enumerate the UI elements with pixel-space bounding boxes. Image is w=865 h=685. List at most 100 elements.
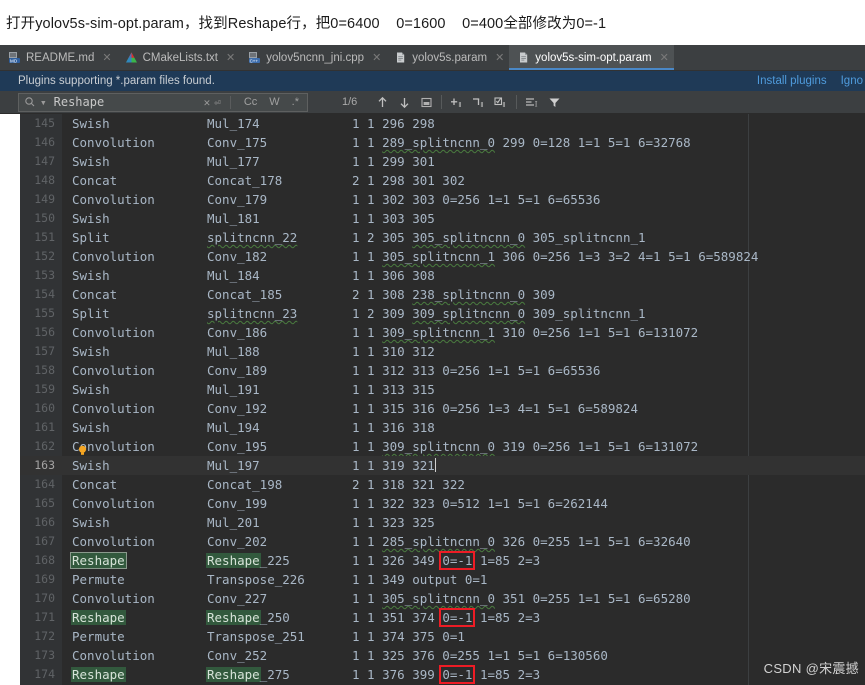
close-icon[interactable]: ✕ bbox=[495, 51, 504, 64]
line-number-row[interactable]: 159 bbox=[20, 380, 62, 399]
multiline-icon[interactable]: I bbox=[521, 93, 543, 112]
find-previous-button[interactable] bbox=[371, 93, 393, 112]
close-icon[interactable]: ✕ bbox=[226, 51, 235, 64]
code-row[interactable]: Convolution Conv_179 1 1 302 303 0=256 1=1… bbox=[62, 190, 865, 209]
whole-words-toggle[interactable]: W bbox=[265, 96, 283, 108]
code-line[interactable]: Swish Mul_177 1 1 299 301 bbox=[62, 152, 865, 171]
code-row[interactable]: Swish Mul_177 1 1 299 301 bbox=[62, 152, 865, 171]
code-line[interactable]: Reshape Reshape_275 1 1 376 399 0=-1 1=85 … bbox=[62, 665, 865, 684]
clear-search-icon[interactable]: ✕ bbox=[204, 96, 211, 109]
line-number-row[interactable]: 168 bbox=[20, 551, 62, 570]
code-line[interactable]: Convolution Conv_175 1 1 289_splitncnn_0 2… bbox=[62, 133, 865, 152]
code-row[interactable]: Convolution Conv_227 1 1 305_splitncnn_0 3… bbox=[62, 589, 865, 608]
code-row[interactable]: Swish Mul_197 1 1 319 321 bbox=[62, 456, 865, 475]
line-number-row[interactable]: 166 bbox=[20, 513, 62, 532]
chevron-down-icon[interactable]: ▾ bbox=[40, 96, 47, 109]
code-line[interactable]: Convolution Conv_182 1 1 305_splitncnn_1 3… bbox=[62, 247, 865, 266]
line-number-row[interactable]: 163 bbox=[20, 456, 62, 475]
code-row[interactable]: Swish Mul_194 1 1 316 318 bbox=[62, 418, 865, 437]
code-line[interactable]: Swish Mul_181 1 1 303 305 bbox=[62, 209, 865, 228]
code-row[interactable]: Convolution Conv_175 1 1 289_splitncnn_0 2… bbox=[62, 133, 865, 152]
line-number-row[interactable]: 146 bbox=[20, 133, 62, 152]
code-line[interactable]: Swish Mul_188 1 1 310 312 bbox=[62, 342, 865, 361]
code-line[interactable]: Split splitncnn_22 1 2 305 305_splitncnn_0… bbox=[62, 228, 865, 247]
code-row[interactable]: Permute Transpose_226 1 1 349 output 0=1 bbox=[62, 570, 865, 589]
line-number-row[interactable]: 171 bbox=[20, 608, 62, 627]
code-line[interactable]: Permute Transpose_226 1 1 349 output 0=1 bbox=[62, 570, 865, 589]
code-row[interactable]: Concat Concat_185 2 1 308 238_splitncnn_0 … bbox=[62, 285, 865, 304]
code-row[interactable]: Convolution Conv_199 1 1 322 323 0=512 1=1… bbox=[62, 494, 865, 513]
code-line[interactable]: Concat Concat_178 2 1 298 301 302 bbox=[62, 171, 865, 190]
code-row[interactable]: Split splitncnn_22 1 2 305 305_splitncnn_0… bbox=[62, 228, 865, 247]
code-row[interactable]: Concat Concat_198 2 1 318 321 322 bbox=[62, 475, 865, 494]
line-number-row[interactable]: 174 bbox=[20, 665, 62, 684]
close-icon[interactable]: ✕ bbox=[102, 51, 111, 64]
code-line[interactable]: Convolution Conv_195 1 1 309_splitncnn_0 3… bbox=[62, 437, 865, 456]
code-line[interactable]: Convolution Conv_227 1 1 305_splitncnn_0 3… bbox=[62, 589, 865, 608]
line-number-row[interactable]: 167 bbox=[20, 532, 62, 551]
tab-yolov5s-param[interactable]: yolov5s.param ✕ bbox=[386, 45, 509, 70]
code-line[interactable]: Reshape Reshape_225 1 1 326 349 0=-1 1=85 … bbox=[62, 551, 865, 570]
code-line[interactable]: Convolution Conv_202 1 1 285_splitncnn_0 3… bbox=[62, 532, 865, 551]
code-row[interactable]: Concat Concat_178 2 1 298 301 302 bbox=[62, 171, 865, 190]
line-number-row[interactable]: 161 bbox=[20, 418, 62, 437]
code-row[interactable]: Convolution Conv_252 1 1 325 376 0=255 1=1… bbox=[62, 646, 865, 665]
line-number-row[interactable]: 165 bbox=[20, 494, 62, 513]
code-line[interactable]: Swish Mul_191 1 1 313 315 bbox=[62, 380, 865, 399]
code-row[interactable]: Convolution Conv_195 1 1 309_splitncnn_0 3… bbox=[62, 437, 865, 456]
line-number-row[interactable]: 145 bbox=[20, 114, 62, 133]
search-input[interactable]: ▾ Reshape ✕ ⏎ Cc W .* bbox=[18, 92, 308, 112]
add-line-icon[interactable]: Ⅱ bbox=[446, 93, 468, 112]
tab-yolov5ncnn-jni-cpp[interactable]: C++ yolov5ncnn_jni.cpp ✕ bbox=[240, 45, 386, 70]
tab-cmakelists-txt[interactable]: CMakeLists.txt ✕ bbox=[117, 45, 241, 70]
code-line[interactable]: Swish Mul_194 1 1 316 318 bbox=[62, 418, 865, 437]
install-plugins-link[interactable]: Install plugins bbox=[757, 75, 827, 87]
code-line[interactable]: Swish Mul_201 1 1 323 325 bbox=[62, 513, 865, 532]
code-line[interactable]: Permute Transpose_251 1 1 374 375 0=1 bbox=[62, 627, 865, 646]
remove-line-icon[interactable]: Ⅱ bbox=[468, 93, 490, 112]
line-number-row[interactable]: 173 bbox=[20, 646, 62, 665]
line-number-row[interactable]: 150 bbox=[20, 209, 62, 228]
line-number-row[interactable]: 162 bbox=[20, 437, 62, 456]
line-number-gutter[interactable]: 145 146 147 148 149 150 151 152 153 154 155 156 157 1… bbox=[20, 114, 62, 685]
line-number-row[interactable]: 148 bbox=[20, 171, 62, 190]
code-row[interactable]: Reshape Reshape_275 1 1 376 399 0=-1 1=85 … bbox=[62, 665, 865, 684]
code-row[interactable]: Convolution Conv_182 1 1 305_splitncnn_1 3… bbox=[62, 247, 865, 266]
ignore-link[interactable]: Igno bbox=[841, 75, 863, 87]
find-next-button[interactable] bbox=[393, 93, 415, 112]
line-number-row[interactable]: 154 bbox=[20, 285, 62, 304]
code-row[interactable]: Swish Mul_184 1 1 306 308 bbox=[62, 266, 865, 285]
code-row[interactable]: Convolution Conv_192 1 1 315 316 0=256 1=3… bbox=[62, 399, 865, 418]
code-line[interactable]: Swish Mul_174 1 1 296 298 bbox=[62, 114, 865, 133]
code-row[interactable]: Swish Mul_181 1 1 303 305 bbox=[62, 209, 865, 228]
code-line[interactable]: Convolution Conv_199 1 1 322 323 0=512 1=1… bbox=[62, 494, 865, 513]
line-number-row[interactable]: 160 bbox=[20, 399, 62, 418]
line-number-row[interactable]: 155 bbox=[20, 304, 62, 323]
code-line[interactable]: Convolution Conv_192 1 1 315 316 0=256 1=3… bbox=[62, 399, 865, 418]
select-lines-icon[interactable]: Ⅱ bbox=[490, 93, 512, 112]
tab-readme-md[interactable]: MD README.md ✕ bbox=[0, 45, 117, 70]
code-row[interactable]: Swish Mul_174 1 1 296 298 bbox=[62, 114, 865, 133]
code-row[interactable]: Swish Mul_191 1 1 313 315 bbox=[62, 380, 865, 399]
close-icon[interactable]: ✕ bbox=[660, 51, 669, 64]
code-text-area[interactable]: Swish Mul_174 1 1 296 298 Convolution Conv_1… bbox=[62, 114, 865, 685]
regex-toggle[interactable]: .* bbox=[288, 96, 303, 108]
code-line[interactable]: Convolution Conv_186 1 1 309_splitncnn_1 3… bbox=[62, 323, 865, 342]
code-row[interactable]: Swish Mul_188 1 1 310 312 bbox=[62, 342, 865, 361]
code-row[interactable]: Convolution Conv_186 1 1 309_splitncnn_1 3… bbox=[62, 323, 865, 342]
tab-yolov5s-sim-opt-param[interactable]: yolov5s-sim-opt.param ✕ bbox=[509, 45, 674, 70]
code-line[interactable]: Swish Mul_184 1 1 306 308 bbox=[62, 266, 865, 285]
line-number-row[interactable]: 164 bbox=[20, 475, 62, 494]
code-row[interactable]: Convolution Conv_189 1 1 312 313 0=256 1=1… bbox=[62, 361, 865, 380]
code-row[interactable]: Reshape Reshape_250 1 1 351 374 0=-1 1=85 … bbox=[62, 608, 865, 627]
filter-icon[interactable] bbox=[543, 93, 565, 112]
code-row[interactable]: Swish Mul_201 1 1 323 325 bbox=[62, 513, 865, 532]
line-number-row[interactable]: 158 bbox=[20, 361, 62, 380]
close-icon[interactable]: ✕ bbox=[372, 51, 381, 64]
line-number-row[interactable]: 157 bbox=[20, 342, 62, 361]
code-row[interactable]: Permute Transpose_251 1 1 374 375 0=1 bbox=[62, 627, 865, 646]
code-row[interactable]: Convolution Conv_202 1 1 285_splitncnn_0 3… bbox=[62, 532, 865, 551]
line-number-row[interactable]: 149 bbox=[20, 190, 62, 209]
code-line[interactable]: Convolution Conv_189 1 1 312 313 0=256 1=1… bbox=[62, 361, 865, 380]
code-line[interactable]: Swish Mul_197 1 1 319 321 bbox=[62, 456, 865, 475]
